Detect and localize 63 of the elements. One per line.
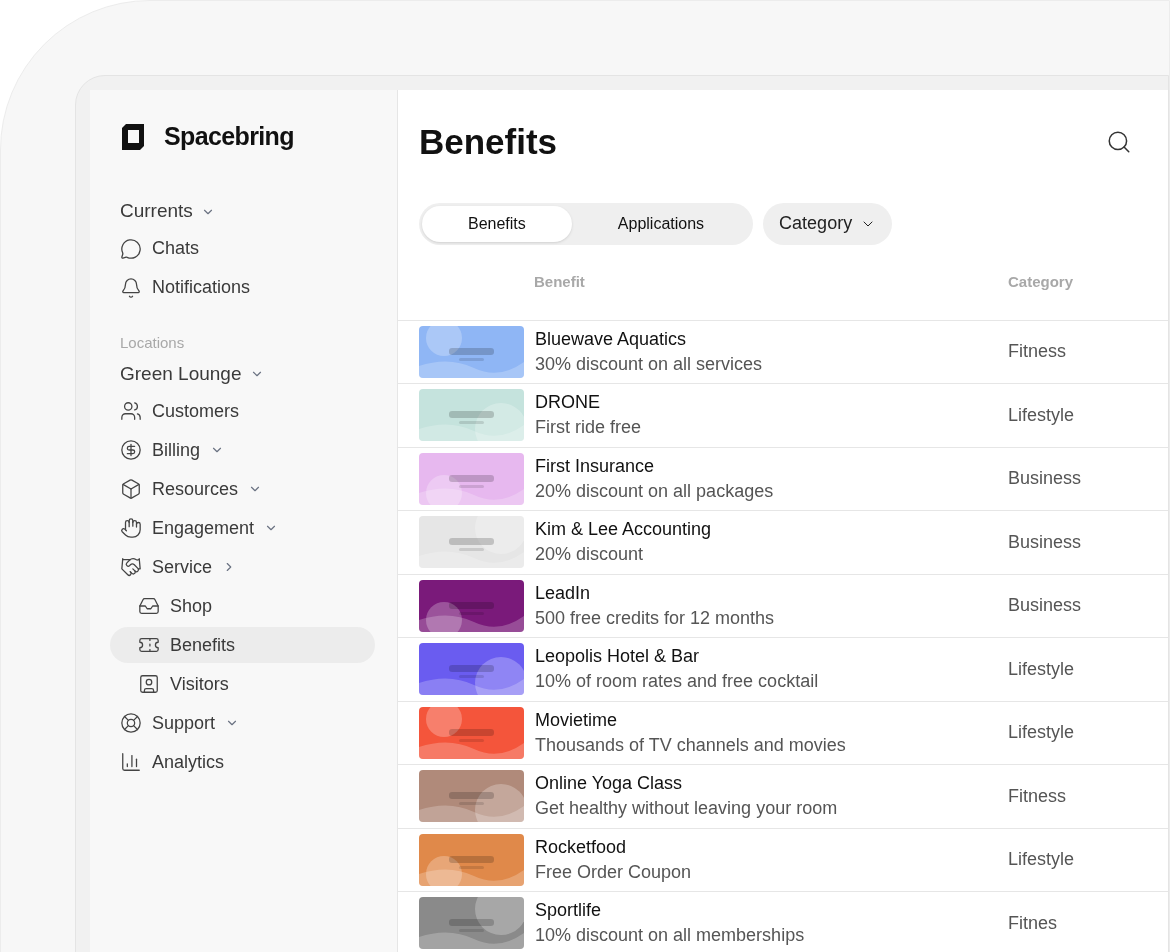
tray-icon [138, 595, 160, 617]
benefit-description: 20% discount [535, 543, 645, 567]
dollar-icon [120, 439, 142, 461]
benefit-description: Free Order Coupon [535, 860, 693, 884]
benefit-name: Movietime [535, 708, 619, 732]
nav-item[interactable]: Engagement [110, 510, 375, 546]
nav-item[interactable]: Benefits [110, 627, 375, 663]
handshake-icon [120, 556, 142, 578]
category-cell-text: Lifestyle [1008, 848, 1076, 872]
nav-item[interactable]: Support [110, 705, 375, 741]
tab[interactable]: Applications [571, 205, 751, 242]
category-cell-text: Business [1008, 530, 1083, 554]
benefit-description: First ride free [535, 416, 643, 440]
category-cell-text: Fitnes [1008, 911, 1059, 935]
benefit-description: 20% discount on all packages [535, 479, 775, 503]
benefit-name: Online Yoga Class [535, 772, 684, 796]
category-dropdown[interactable]: Category [763, 202, 893, 245]
nav-item[interactable]: Resources [110, 471, 375, 507]
chat-bubble-icon [120, 237, 142, 260]
category-cell-text: Business [1008, 467, 1083, 491]
category-cell-text: Lifestyle [1008, 721, 1076, 745]
lifebuoy-icon [120, 712, 142, 734]
benefit-description: Thousands of TV channels and movies [535, 733, 847, 757]
category-cell-text: Fitness [1008, 784, 1068, 808]
nav-item[interactable]: Shop [110, 588, 375, 624]
nav-item[interactable]: Customers [110, 393, 375, 429]
category-cell-text: Lifestyle [1008, 657, 1076, 681]
benefit-name: Sportlife [535, 899, 603, 923]
benefit-name: LeadIn [535, 581, 592, 605]
brand-name: Spacebring [164, 121, 294, 152]
section-caption: Locations [119, 332, 186, 353]
category-cell-text: Fitness [1008, 340, 1068, 364]
nav-item[interactable]: Billing [110, 432, 375, 468]
bell-icon [120, 276, 142, 299]
category-cell-text: Business [1008, 594, 1083, 618]
nav-item[interactable]: Service [110, 549, 375, 585]
cube-icon [120, 478, 142, 500]
nav-item[interactable]: Analytics [110, 744, 375, 780]
column-header: Category [1008, 271, 1075, 292]
person-card-icon [138, 673, 160, 695]
section-title[interactable]: Currents [110, 195, 375, 228]
people-icon [120, 400, 142, 422]
benefit-description: 10% of room rates and free cocktail [535, 670, 820, 694]
benefit-description: Get healthy without leaving your room [535, 797, 839, 821]
benefit-name: Kim & Lee Accounting [535, 518, 713, 542]
benefit-name: DRONE [535, 391, 601, 415]
benefit-name: Rocketfood [535, 835, 628, 859]
tab[interactable]: Benefits [422, 205, 572, 242]
benefit-name: First Insurance [535, 454, 656, 478]
page-title: Benefits [419, 121, 558, 163]
benefit-description: 10% discount on all memberships [535, 924, 806, 948]
nav-item[interactable]: Notifications [110, 269, 375, 306]
benefit-name: Bluewave Aquatics [535, 327, 688, 351]
column-header: Benefit [533, 271, 586, 292]
nav-item[interactable]: Chats [110, 230, 375, 267]
nav-item[interactable]: Visitors [110, 666, 375, 702]
hand-icon [120, 517, 142, 539]
benefit-description: 30% discount on all services [535, 352, 764, 376]
bar-chart-icon [120, 751, 142, 773]
section-title[interactable]: Green Lounge [110, 358, 375, 390]
benefit-name: Leopolis Hotel & Bar [535, 645, 701, 669]
category-cell-text: Lifestyle [1008, 403, 1076, 427]
benefit-description: 500 free credits for 12 months [535, 606, 776, 630]
